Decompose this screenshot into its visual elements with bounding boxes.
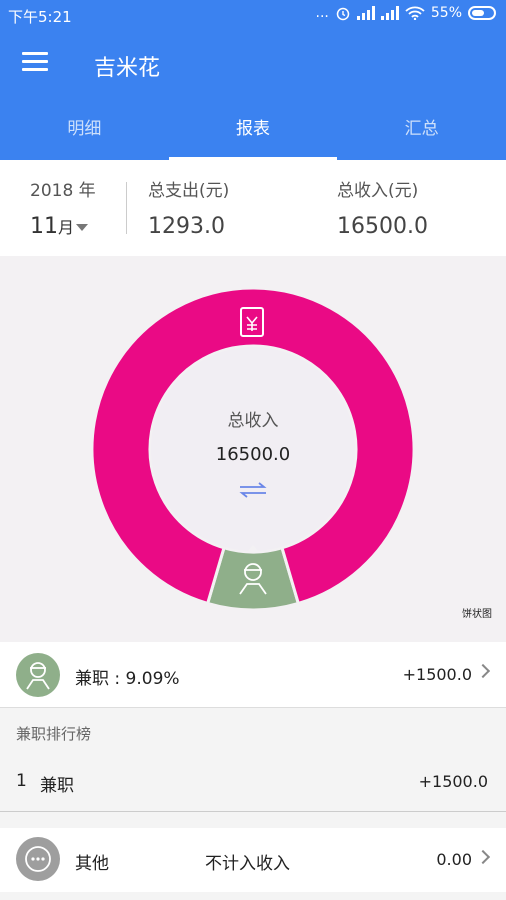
alarm-icon (336, 7, 350, 21)
battery-text: 55% (430, 5, 462, 21)
wifi-icon (405, 6, 425, 20)
status-time: 下午5:21 (8, 8, 72, 26)
ranking-row[interactable]: 1 兼职 +1500.0 (0, 752, 506, 812)
ranking-name: 兼职 (40, 776, 74, 796)
notification-dots-icon: ... (315, 5, 329, 21)
center-value: 16500.0 (215, 444, 291, 465)
tab-summary[interactable]: 汇总 (337, 100, 506, 160)
other-row[interactable]: 其他 不计入收入 0.00 (0, 828, 506, 892)
month-selector[interactable]: 11月 (30, 214, 89, 239)
menu-icon[interactable] (22, 52, 48, 74)
income-value: 16500.0 (337, 214, 428, 239)
category-avatar (16, 653, 60, 697)
summary-panel: 2018 年 11月 总支出(元) 1293.0 总收入(元) 16500.0 (0, 160, 506, 256)
year-label: 2018 年 (30, 181, 96, 201)
chevron-right-icon (475, 663, 491, 679)
tab-bar: 明细 报表 汇总 (0, 100, 506, 160)
worker-icon (26, 662, 50, 690)
battery-icon (468, 6, 496, 20)
signal-icon-2 (380, 6, 399, 20)
expense-value: 1293.0 (148, 214, 225, 239)
ranking-amount: +1500.0 (418, 772, 488, 791)
dropdown-caret-icon (76, 223, 89, 231)
ranking-index: 1 (16, 771, 27, 791)
status-bar: 下午5:21 ... 55% (0, 0, 506, 32)
center-label: 总收入 (227, 411, 279, 431)
chart-type-label: 饼状图 (462, 609, 492, 620)
expense-label: 总支出(元) (148, 181, 230, 201)
tab-details[interactable]: 明细 (0, 100, 169, 160)
app-title: 吉米花 (94, 56, 161, 81)
swap-icon[interactable] (238, 482, 268, 498)
chevron-right-icon (475, 849, 491, 865)
category-name: 兼职 : 9.09% (75, 669, 180, 689)
income-label: 总收入(元) (337, 181, 419, 201)
app-bar: 吉米花 (0, 32, 506, 100)
more-dots-icon (25, 846, 51, 872)
other-avatar (16, 837, 60, 881)
chart-area: 总收入 16500.0 饼状图 (0, 256, 506, 642)
tab-report[interactable]: 报表 (168, 100, 338, 160)
divider (126, 182, 127, 234)
category-row[interactable]: 兼职 : 9.09% +1500.0 (0, 642, 506, 708)
status-icons: ... 55% (316, 5, 496, 21)
month-value: 11 (30, 214, 58, 239)
signal-icon (356, 6, 375, 20)
category-amount: +1500.0 (402, 665, 472, 684)
ranking-title: 兼职排行榜 (16, 725, 92, 743)
other-note: 不计入收入 (205, 854, 290, 874)
other-amount: 0.00 (436, 850, 472, 869)
other-name: 其他 (75, 854, 109, 874)
month-unit: 月 (58, 218, 75, 237)
